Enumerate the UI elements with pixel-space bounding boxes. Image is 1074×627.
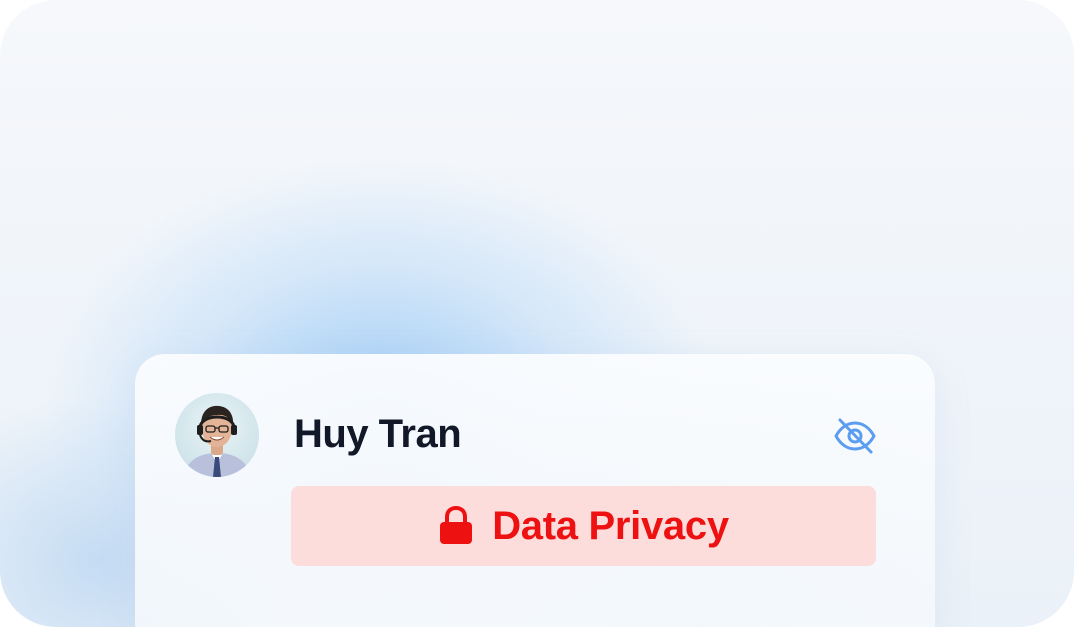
avatar <box>175 393 259 477</box>
profile-name: Huy Tran <box>294 412 462 456</box>
hide-visibility-button[interactable] <box>831 412 879 460</box>
data-privacy-label: Data Privacy <box>492 503 729 548</box>
lock-icon <box>440 506 473 544</box>
profile-card: Huy Tran Data Privacy <box>135 354 935 627</box>
background-panel: Huy Tran Data Privacy <box>0 0 1074 627</box>
avatar-image <box>183 405 251 477</box>
eye-off-icon <box>834 418 876 454</box>
data-privacy-badge: Data Privacy <box>291 486 876 566</box>
